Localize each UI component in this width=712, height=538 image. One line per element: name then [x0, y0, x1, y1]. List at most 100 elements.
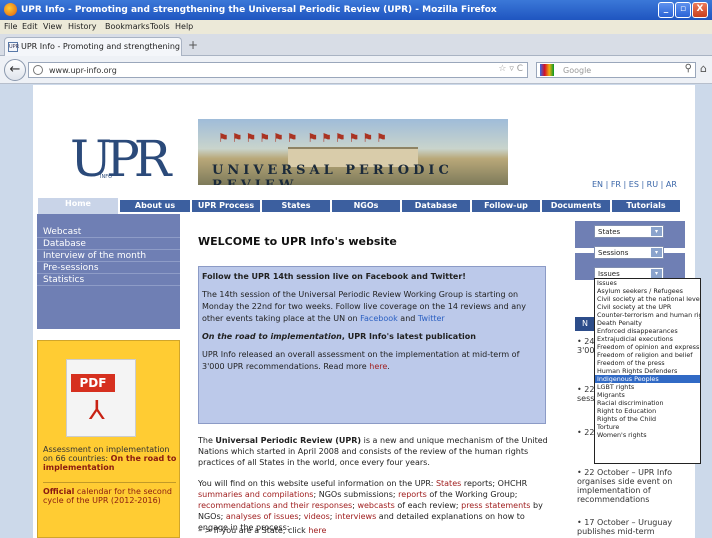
issue-option[interactable]: Asylum seekers / Refugees [595, 287, 700, 295]
calendar-link[interactable]: Official [43, 487, 74, 496]
webcasts-link[interactable]: webcasts [357, 501, 394, 510]
issue-option[interactable]: Women's rights [595, 431, 700, 439]
videos-link[interactable]: videos [304, 512, 330, 521]
left-menu-statistics[interactable]: Statistics [37, 274, 180, 286]
issue-option[interactable]: Rights of the Child [595, 415, 700, 423]
menu-tools[interactable]: Tools [150, 22, 170, 31]
back-button[interactable]: ← [4, 59, 26, 81]
analyses-link[interactable]: analyses of issues [226, 512, 299, 521]
header-banner: ⚑⚑⚑⚑⚑⚑ ⚑⚑⚑⚑⚑⚑ UNIVERSAL PERIODIC REVIEW [198, 119, 508, 185]
logo-text: UPR [70, 130, 171, 188]
search-placeholder[interactable]: Google [563, 66, 591, 75]
highlight-p3: UPR Info released an overall assessment … [202, 349, 542, 373]
nav-tutorials[interactable]: Tutorials [612, 200, 680, 212]
new-tab-button[interactable]: + [184, 39, 202, 54]
home-icon[interactable]: ⌂ [700, 62, 707, 75]
main-nav: Home About us UPR Process States NGOs Da… [38, 198, 688, 214]
issue-option[interactable]: Migrants [595, 391, 700, 399]
nav-ngos[interactable]: NGOs [332, 200, 400, 212]
state-link[interactable]: here [308, 526, 326, 535]
recommendations-link[interactable]: recommendations and their responses [198, 501, 352, 510]
issue-option[interactable]: Racial discrimination [595, 399, 700, 407]
tab-bar: UPR UPR Info - Promoting and strengtheni… [0, 34, 712, 56]
issue-option[interactable]: Freedom of opinion and expression [595, 343, 700, 351]
issue-option[interactable]: Torture [595, 423, 700, 431]
issue-option[interactable]: Civil society at the national level [595, 295, 700, 303]
issue-option[interactable]: Civil society at the UPR [595, 303, 700, 311]
nav-about-us[interactable]: About us [120, 200, 190, 212]
b2-t6: of each review; [394, 501, 462, 510]
menu-view[interactable]: View [43, 22, 62, 31]
search-bar[interactable]: Google ⚲ [536, 62, 696, 78]
url-text[interactable]: www.upr-info.org [49, 66, 117, 75]
b3-pre: – > If you are a State, click [198, 526, 309, 535]
left-menu-interview[interactable]: Interview of the month [37, 250, 180, 262]
issue-option[interactable]: Freedom of religion and belief [595, 351, 700, 359]
url-bar[interactable]: www.upr-info.org ☆ ▿ C [28, 62, 528, 78]
menu-edit[interactable]: Edit [22, 22, 38, 31]
issues-dropdown-list: Issues Asylum seekers / Refugees Civil s… [594, 278, 701, 464]
nav-home[interactable]: Home [38, 198, 118, 214]
window-titlebar: UPR Info - Promoting and strengthening t… [0, 0, 712, 20]
press-link[interactable]: press statements [461, 501, 530, 510]
issue-option-selected[interactable]: Indigenous Peoples [595, 375, 700, 383]
issue-option[interactable]: Right to Education [595, 407, 700, 415]
reload-icon[interactable]: ☆ ▿ C [498, 64, 523, 74]
news-item[interactable]: • 17 October – Uruguay publishes mid-ter… [577, 518, 683, 536]
upr-logo[interactable]: UPR INFO [70, 130, 171, 188]
menu-bookmarks[interactable]: Bookmarks [105, 22, 150, 31]
issue-option[interactable]: Counter-terrorism and human rights [595, 311, 700, 319]
interviews-link[interactable]: interviews [335, 512, 376, 521]
period: . [387, 362, 390, 371]
chevron-down-icon[interactable]: ▾ [651, 248, 662, 257]
left-menu-pre-sessions[interactable]: Pre-sessions [37, 262, 180, 274]
nav-follow-up[interactable]: Follow-up [472, 200, 540, 212]
main-content: WELCOME to UPR Info's website Follow the… [198, 235, 548, 535]
nav-database[interactable]: Database [402, 200, 470, 212]
divider [43, 482, 176, 483]
search-icon[interactable]: ⚲ [685, 63, 692, 74]
menu-help[interactable]: Help [175, 22, 193, 31]
nav-upr-process[interactable]: UPR Process [192, 200, 260, 212]
intro-pre: The [198, 436, 216, 445]
issue-option[interactable]: Freedom of the press [595, 359, 700, 367]
menu-history[interactable]: History [68, 22, 96, 31]
left-menu-webcast[interactable]: Webcast [37, 226, 180, 238]
issue-option[interactable]: Issues [595, 279, 700, 287]
highlight-p1: The 14th session of the Universal Period… [202, 289, 542, 325]
nav-documents[interactable]: Documents [542, 200, 610, 212]
highlight-box: Follow the UPR 14th session live on Face… [198, 266, 546, 424]
issue-option[interactable]: Extrajudicial executions [595, 335, 700, 343]
acrobat-icon: ⅄ [89, 396, 105, 426]
maximize-button[interactable]: ▫ [675, 2, 691, 18]
facebook-link[interactable]: Facebook [360, 314, 398, 323]
minimize-button[interactable]: _ [658, 2, 674, 18]
states-link[interactable]: States [436, 479, 461, 488]
summaries-link[interactable]: summaries and compilations [198, 490, 313, 499]
chevron-down-icon[interactable]: ▾ [651, 269, 662, 278]
publication-box: PDF ⅄ Assessment on implementation on 66… [37, 340, 180, 538]
left-menu-database[interactable]: Database [37, 238, 180, 250]
issue-option[interactable]: Human Rights Defenders [595, 367, 700, 375]
twitter-link[interactable]: Twitter [418, 314, 445, 323]
read-more-link[interactable]: here [369, 362, 387, 371]
close-button[interactable]: X [692, 2, 708, 18]
pdf-icon[interactable]: PDF ⅄ [66, 359, 136, 437]
issue-option[interactable]: Enforced disappearances [595, 327, 700, 335]
issue-option[interactable]: Death Penalty [595, 319, 700, 327]
states-select[interactable]: States ▾ [594, 225, 664, 238]
google-icon[interactable] [540, 64, 554, 76]
highlight-p3-text: UPR Info released an overall assessment … [202, 350, 520, 371]
chevron-down-icon[interactable]: ▾ [651, 227, 662, 236]
publication-title: On the road to implementation [202, 332, 342, 341]
menu-file[interactable]: File [4, 22, 17, 31]
news-item[interactable]: • 22 October – UPR Info organises side e… [577, 468, 683, 504]
states-select-label: States [598, 228, 621, 236]
nav-states[interactable]: States [262, 200, 330, 212]
reports-link[interactable]: reports [398, 490, 427, 499]
language-links[interactable]: EN | FR | ES | RU | AR [592, 180, 677, 189]
tab-upr-info[interactable]: UPR UPR Info - Promoting and strengtheni… [4, 37, 182, 56]
intro-bold: Universal Periodic Review (UPR) [215, 436, 362, 445]
issue-option[interactable]: LGBT rights [595, 383, 700, 391]
sessions-select[interactable]: Sessions ▾ [594, 246, 664, 259]
